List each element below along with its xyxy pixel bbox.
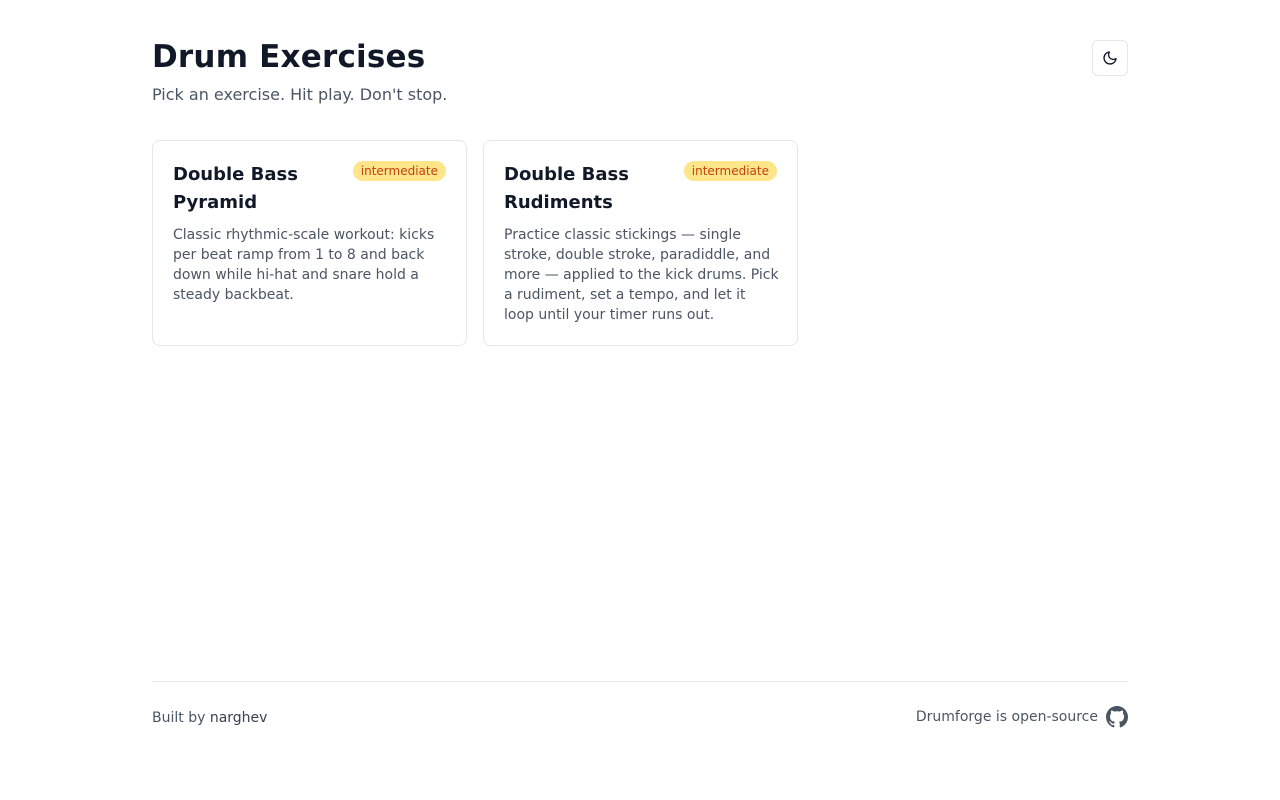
- author-link[interactable]: narghev: [210, 710, 268, 726]
- exercise-title: Double Bass Rudiments: [504, 164, 629, 213]
- theme-toggle-button[interactable]: [1092, 40, 1128, 76]
- moon-icon: [1102, 50, 1118, 66]
- page-subtitle: Pick an exercise. Hit play. Don't stop.: [152, 85, 448, 104]
- open-source-label: Drumforge is open-source: [915, 709, 1098, 725]
- built-by-label: Built by: [152, 710, 206, 726]
- difficulty-badge: intermediate: [683, 161, 777, 181]
- difficulty-badge: intermediate: [352, 161, 446, 181]
- exercise-list: Double Bass Pyramid intermediate Classic…: [152, 140, 798, 346]
- github-icon: [1106, 706, 1128, 728]
- exercise-card-double-bass-pyramid[interactable]: Double Bass Pyramid intermediate Classic…: [152, 140, 467, 346]
- page: Drum Exercises Pick an exercise. Hit pla…: [152, 0, 1128, 800]
- repo-link[interactable]: Drumforge is open-source: [916, 706, 1128, 728]
- exercise-title: Double Bass Pyramid: [173, 164, 298, 213]
- footer: Built by narghev Drumforge is open-sourc…: [152, 681, 1128, 752]
- exercise-card-double-bass-rudiments[interactable]: Double Bass Rudiments intermediate Pract…: [483, 140, 798, 346]
- exercise-description: Classic rhythmic-scale workout: kicks pe…: [173, 227, 435, 303]
- footer-credit: Built by narghev: [152, 708, 267, 728]
- exercise-description: Practice classic stickings — single stro…: [504, 227, 779, 323]
- page-title: Drum Exercises: [152, 39, 426, 75]
